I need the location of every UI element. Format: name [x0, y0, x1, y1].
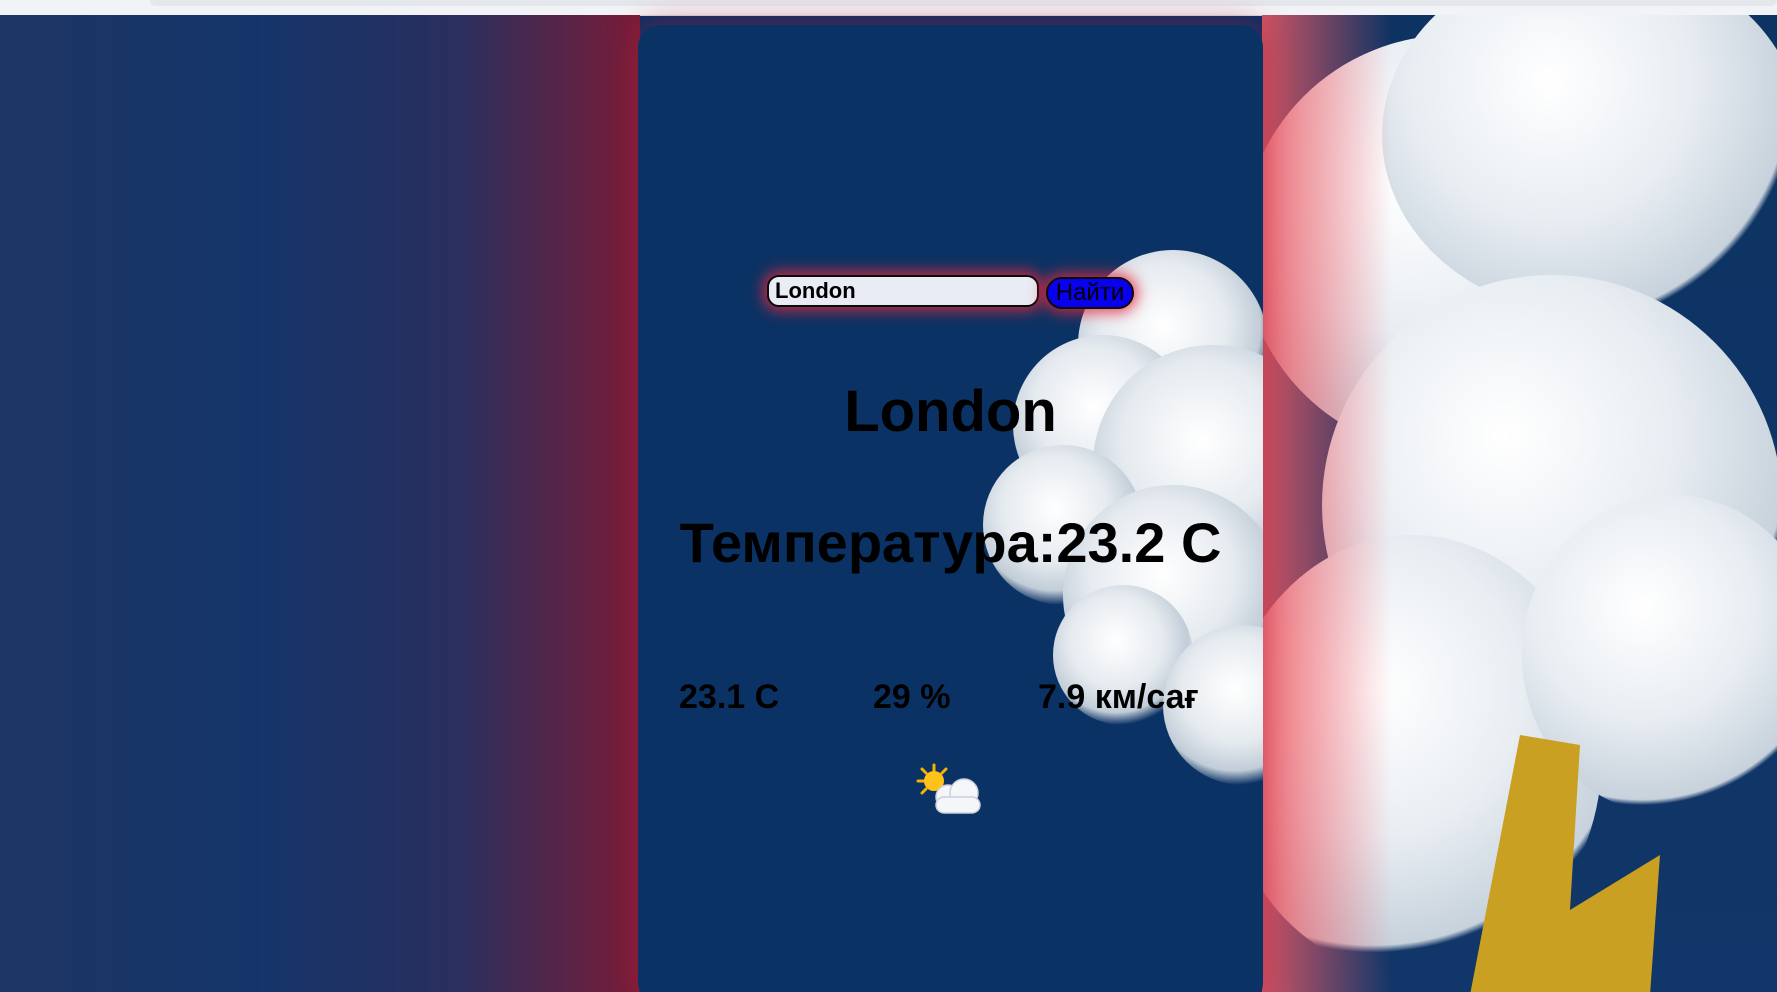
weather-page: Найти London Температура:23.2 C 23.1 C 2…	[0, 0, 1777, 992]
background-left	[0, 15, 640, 992]
partly-cloudy-icon	[916, 763, 981, 814]
lightning-bolt-icon	[1470, 735, 1660, 992]
wind-speed-value: 7.9 км/сағ	[1038, 678, 1199, 716]
browser-top-strip	[0, 0, 1777, 16]
red-glow	[1262, 15, 1392, 992]
browser-tab-edge	[150, 0, 1777, 6]
city-search-input[interactable]	[767, 275, 1039, 307]
city-name: London	[844, 379, 1057, 444]
weather-card	[638, 25, 1263, 992]
humidity-value: 29 %	[873, 678, 951, 716]
feels-like-value: 23.1 C	[679, 678, 780, 716]
search-row: Найти	[767, 275, 1137, 311]
search-button[interactable]: Найти	[1046, 277, 1134, 309]
temperature-text: Температура:23.2 C	[679, 511, 1222, 574]
